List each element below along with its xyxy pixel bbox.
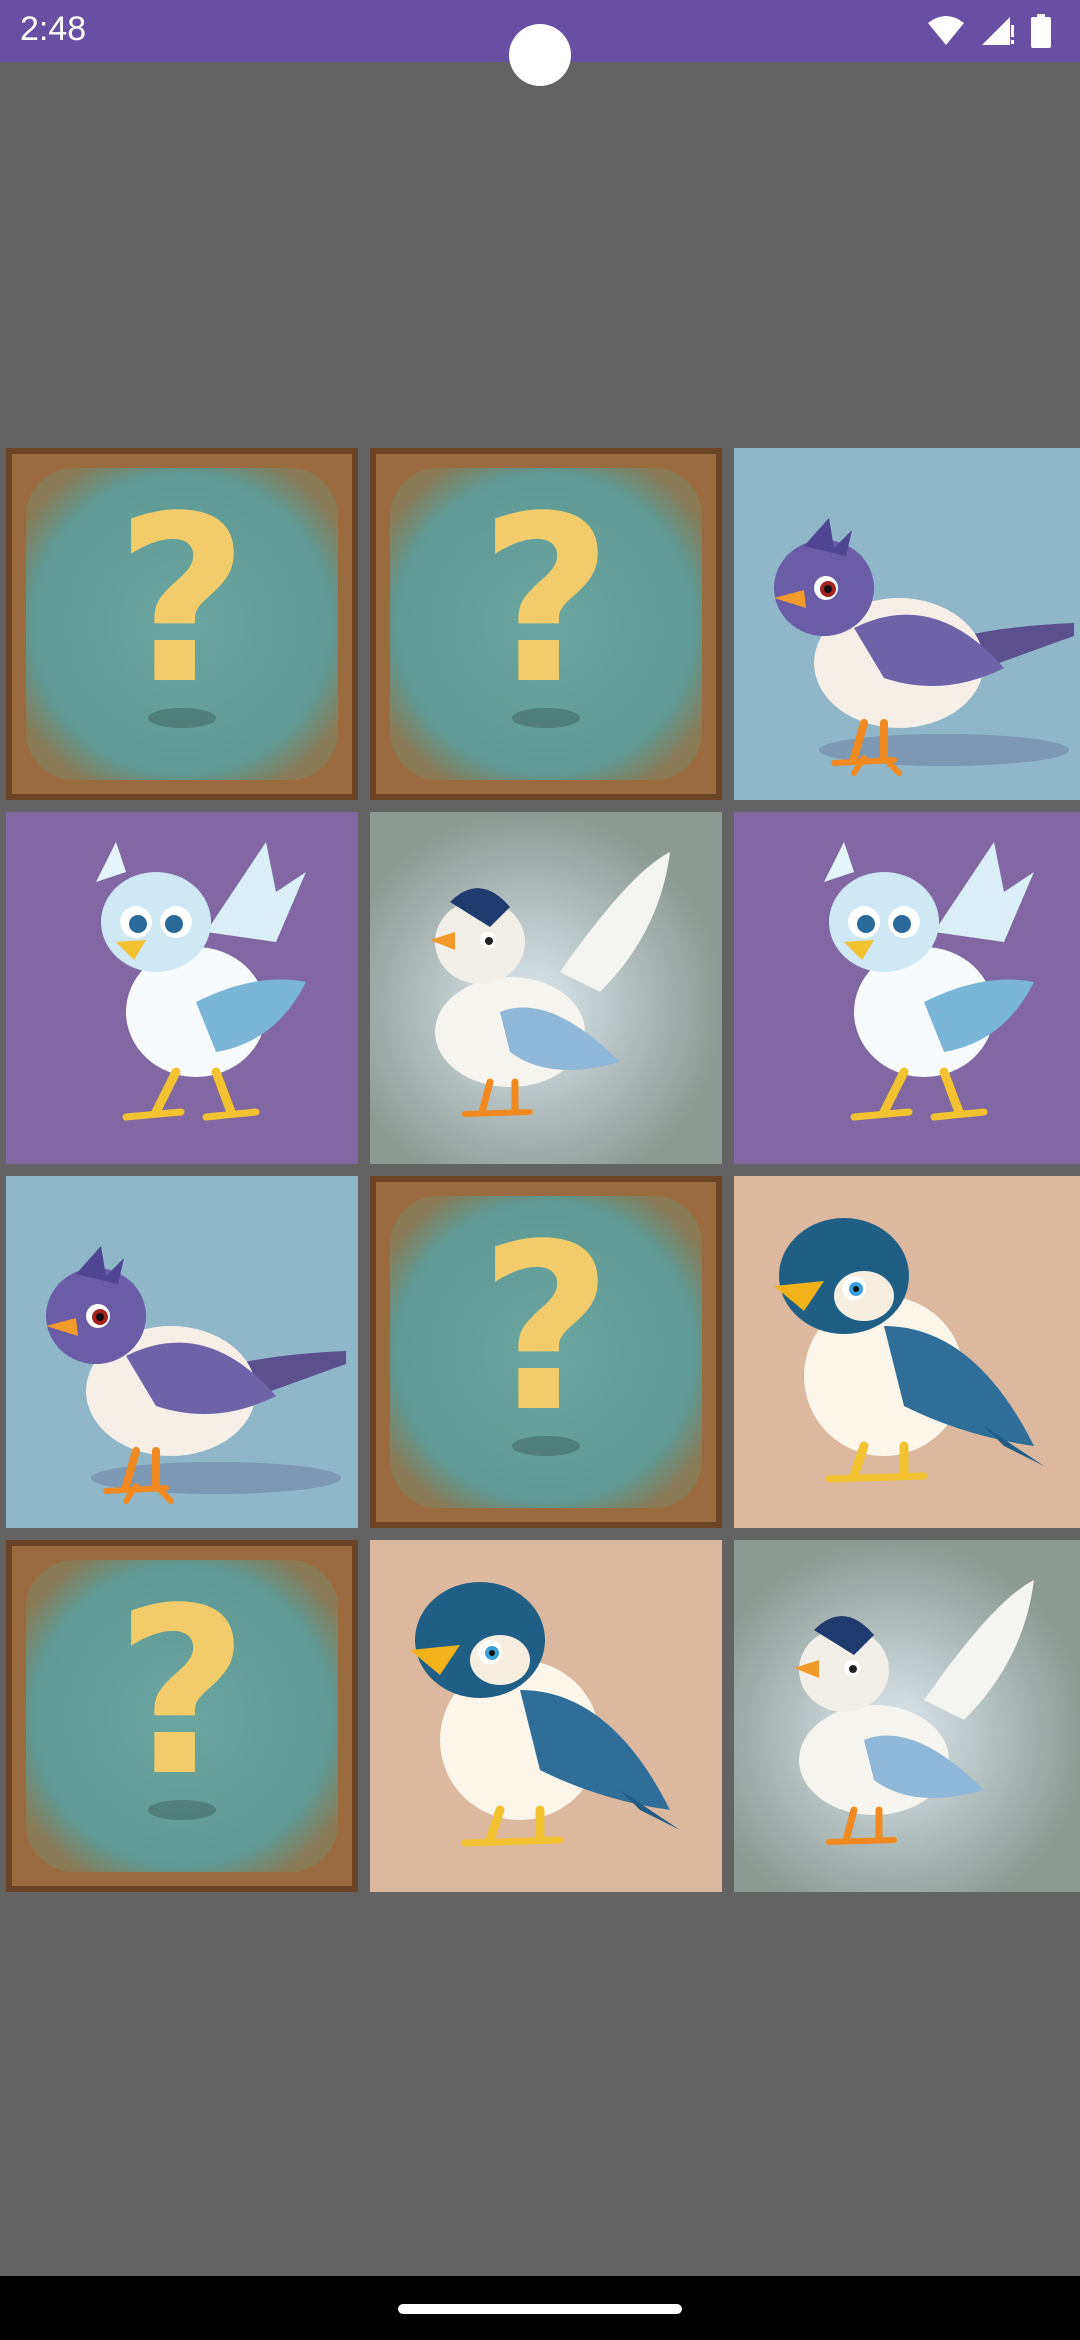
status-time: 2:48 (20, 10, 87, 48)
white-winged-dove-image (370, 812, 722, 1164)
card-face-down[interactable]: ? (6, 1540, 358, 1892)
dark-teal-bird-image (734, 1176, 1080, 1528)
card-light-blue-winged-bird[interactable] (734, 812, 1080, 1164)
question-mark: ? (115, 1560, 248, 1827)
status-icons (926, 14, 1052, 48)
question-mark: ? (479, 468, 612, 735)
status-bar: 2:48 (0, 0, 1080, 86)
battery-icon (1031, 14, 1051, 48)
card-white-winged-dove[interactable] (370, 812, 722, 1164)
memory-game-board: ? ? ? ? (6, 448, 1080, 1892)
card-purple-crested-bird[interactable] (734, 448, 1080, 800)
light-blue-winged-bird-image (6, 812, 358, 1164)
card-face-down[interactable]: ? (370, 448, 722, 800)
card-purple-crested-bird[interactable] (6, 1176, 358, 1528)
white-winged-dove-image (734, 1540, 1080, 1892)
wifi-icon (928, 16, 964, 45)
purple-crested-bird-image (734, 448, 1080, 800)
home-gesture-handle[interactable] (398, 2304, 682, 2314)
camera-cutout (509, 24, 571, 86)
card-face-down[interactable]: ? (370, 1176, 722, 1528)
navigation-bar (0, 2276, 1080, 2340)
dark-teal-bird-image (370, 1540, 722, 1892)
light-blue-winged-bird-image (734, 812, 1080, 1164)
card-face-down[interactable]: ? (6, 448, 358, 800)
cellular-signal-icon (982, 17, 1014, 45)
card-light-blue-winged-bird[interactable] (6, 812, 358, 1164)
purple-crested-bird-image (6, 1176, 358, 1528)
card-dark-teal-bird[interactable] (734, 1176, 1080, 1528)
card-dark-teal-bird[interactable] (370, 1540, 722, 1892)
card-white-winged-dove[interactable] (734, 1540, 1080, 1892)
question-mark: ? (479, 1196, 612, 1463)
question-mark: ? (115, 468, 248, 735)
